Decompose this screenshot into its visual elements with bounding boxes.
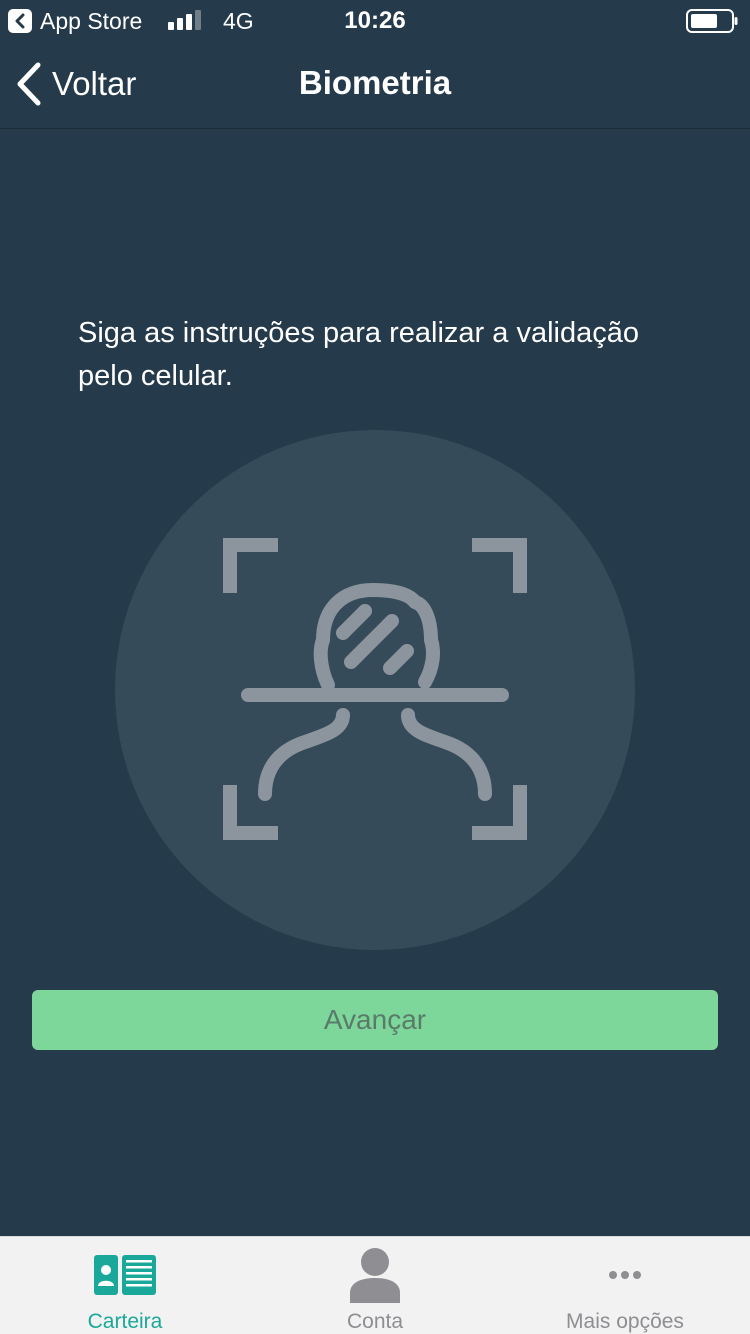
battery-icon — [686, 9, 738, 33]
advance-button[interactable]: Avançar — [32, 990, 718, 1050]
tab-label: Carteira — [87, 1310, 163, 1333]
tab-conta[interactable]: Conta — [250, 1237, 500, 1334]
instruction-text: Siga as instruções para realizar a valid… — [78, 317, 639, 392]
more-dots-icon — [609, 1271, 641, 1279]
status-bar: App Store 4G 10:26 — [0, 0, 750, 40]
person-icon — [350, 1248, 400, 1303]
tab-label: Mais opções — [566, 1310, 684, 1333]
page-title: Biometria — [298, 64, 452, 101]
tab-label: Conta — [346, 1310, 404, 1333]
navigation-bar: Voltar Biometria — [0, 40, 750, 129]
tab-carteira[interactable]: Carteira — [0, 1237, 250, 1334]
face-scan-icon — [223, 538, 527, 840]
tab-mais-opcoes[interactable]: Mais opções — [500, 1237, 750, 1334]
wallet-card-icon — [94, 1255, 156, 1295]
tab-bar: Carteira Conta Mais opções — [0, 1236, 750, 1334]
status-time: 10:26 — [344, 7, 406, 34]
